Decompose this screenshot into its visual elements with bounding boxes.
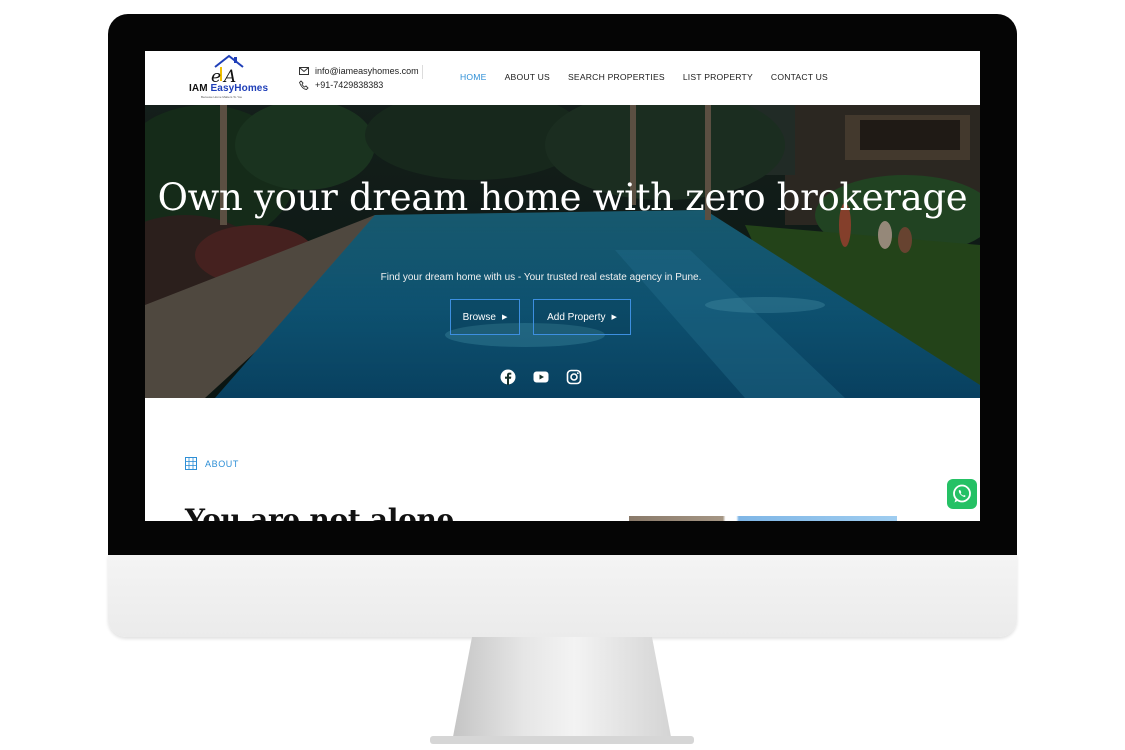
browse-button-label: Browse — [462, 311, 496, 323]
facebook-icon[interactable] — [500, 369, 516, 385]
whatsapp-button[interactable] — [947, 479, 977, 509]
logo-tagline: Because Home Matters To You — [201, 95, 243, 99]
hero-buttons: Browse ▶ Add Property ▶ — [450, 299, 631, 335]
add-property-button-label: Add Property — [547, 311, 606, 323]
about-eyebrow: ABOUT — [185, 457, 239, 470]
instagram-icon[interactable] — [566, 369, 582, 385]
nav-about-us[interactable]: ABOUT US — [505, 72, 550, 82]
contact-email: info@iameasyhomes.com — [315, 66, 419, 76]
about-image — [629, 516, 897, 521]
caret-right-icon: ▶ — [501, 314, 508, 321]
caret-right-icon: ▶ — [611, 314, 617, 321]
house-logo-icon: e A — [211, 54, 244, 85]
website-screen: e A IAM EasyHomes Because Home Matters T… — [145, 51, 980, 521]
hero-pool-image — [145, 105, 980, 398]
logo-wordmark: IAM EasyHomes — [189, 83, 268, 94]
contact-info: info@iameasyhomes.com +91-7429838383 — [299, 64, 419, 92]
main-nav: HOME ABOUT US SEARCH PROPERTIES LIST PRO… — [460, 72, 846, 82]
browse-button[interactable]: Browse ▶ — [450, 299, 520, 335]
about-heading: You are not alone — [185, 503, 455, 521]
hero-title: Own your dream home with zero brokerage — [157, 175, 968, 219]
site-header: e A IAM EasyHomes Because Home Matters T… — [145, 51, 980, 105]
nav-home[interactable]: HOME — [460, 72, 487, 82]
contact-phone-row[interactable]: +91-7429838383 — [299, 78, 419, 92]
hero-subtitle: Find your dream home with us - Your trus… — [380, 272, 702, 283]
header-divider — [422, 65, 423, 79]
monitor-chin — [108, 555, 1017, 637]
nav-list-property[interactable]: LIST PROPERTY — [683, 72, 753, 82]
monitor-stand — [452, 637, 672, 742]
logo-prefix: IAM — [189, 83, 208, 94]
nav-contact-us[interactable]: CONTACT US — [771, 72, 828, 82]
envelope-icon — [299, 67, 309, 75]
youtube-icon[interactable] — [533, 369, 549, 385]
phone-icon — [299, 80, 309, 90]
logo-name: EasyHomes — [210, 83, 269, 94]
about-eyebrow-label: ABOUT — [205, 458, 240, 469]
contact-phone: +91-7429838383 — [315, 80, 384, 90]
site-logo[interactable]: e A IAM EasyHomes Because Home Matters T… — [189, 53, 268, 101]
building-icon — [185, 457, 197, 470]
social-links — [500, 369, 599, 385]
whatsapp-icon — [953, 484, 971, 503]
about-section: ABOUT You are not alone — [145, 398, 980, 521]
add-property-button[interactable]: Add Property ▶ — [533, 299, 631, 335]
monitor-stand-foot — [430, 736, 694, 744]
contact-email-row[interactable]: info@iameasyhomes.com — [299, 64, 419, 78]
nav-search-properties[interactable]: SEARCH PROPERTIES — [568, 72, 665, 82]
hero-banner: Own your dream home with zero brokerage … — [145, 105, 980, 398]
